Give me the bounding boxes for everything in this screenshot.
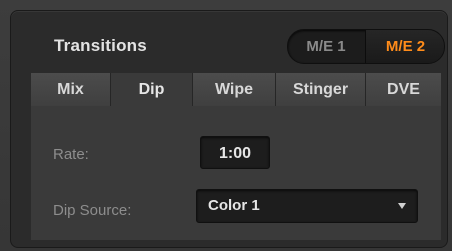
me2-button[interactable]: M/E 2 xyxy=(365,30,444,63)
tab-mix[interactable]: Mix xyxy=(31,73,111,106)
me1-button[interactable]: M/E 1 xyxy=(288,30,364,63)
rate-label: Rate: xyxy=(53,146,89,163)
tab-dve[interactable]: DVE xyxy=(366,73,441,106)
tab-wipe[interactable]: Wipe xyxy=(193,73,276,106)
dip-source-label: Dip Source: xyxy=(53,202,132,219)
rate-input[interactable]: 1:00 xyxy=(200,136,270,169)
tab-dip[interactable]: Dip xyxy=(111,73,193,106)
panel-title: Transitions xyxy=(54,36,147,55)
chevron-down-icon xyxy=(398,203,406,209)
transition-tabs: Mix Dip Wipe Stinger DVE xyxy=(31,73,441,106)
me-toggle: M/E 1 M/E 2 xyxy=(287,29,445,64)
dip-source-value: Color 1 xyxy=(208,197,260,214)
tab-stinger[interactable]: Stinger xyxy=(276,73,366,106)
dip-settings: Rate: 1:00 Dip Source: Color 1 xyxy=(31,106,441,240)
dip-source-select[interactable]: Color 1 xyxy=(196,189,418,223)
